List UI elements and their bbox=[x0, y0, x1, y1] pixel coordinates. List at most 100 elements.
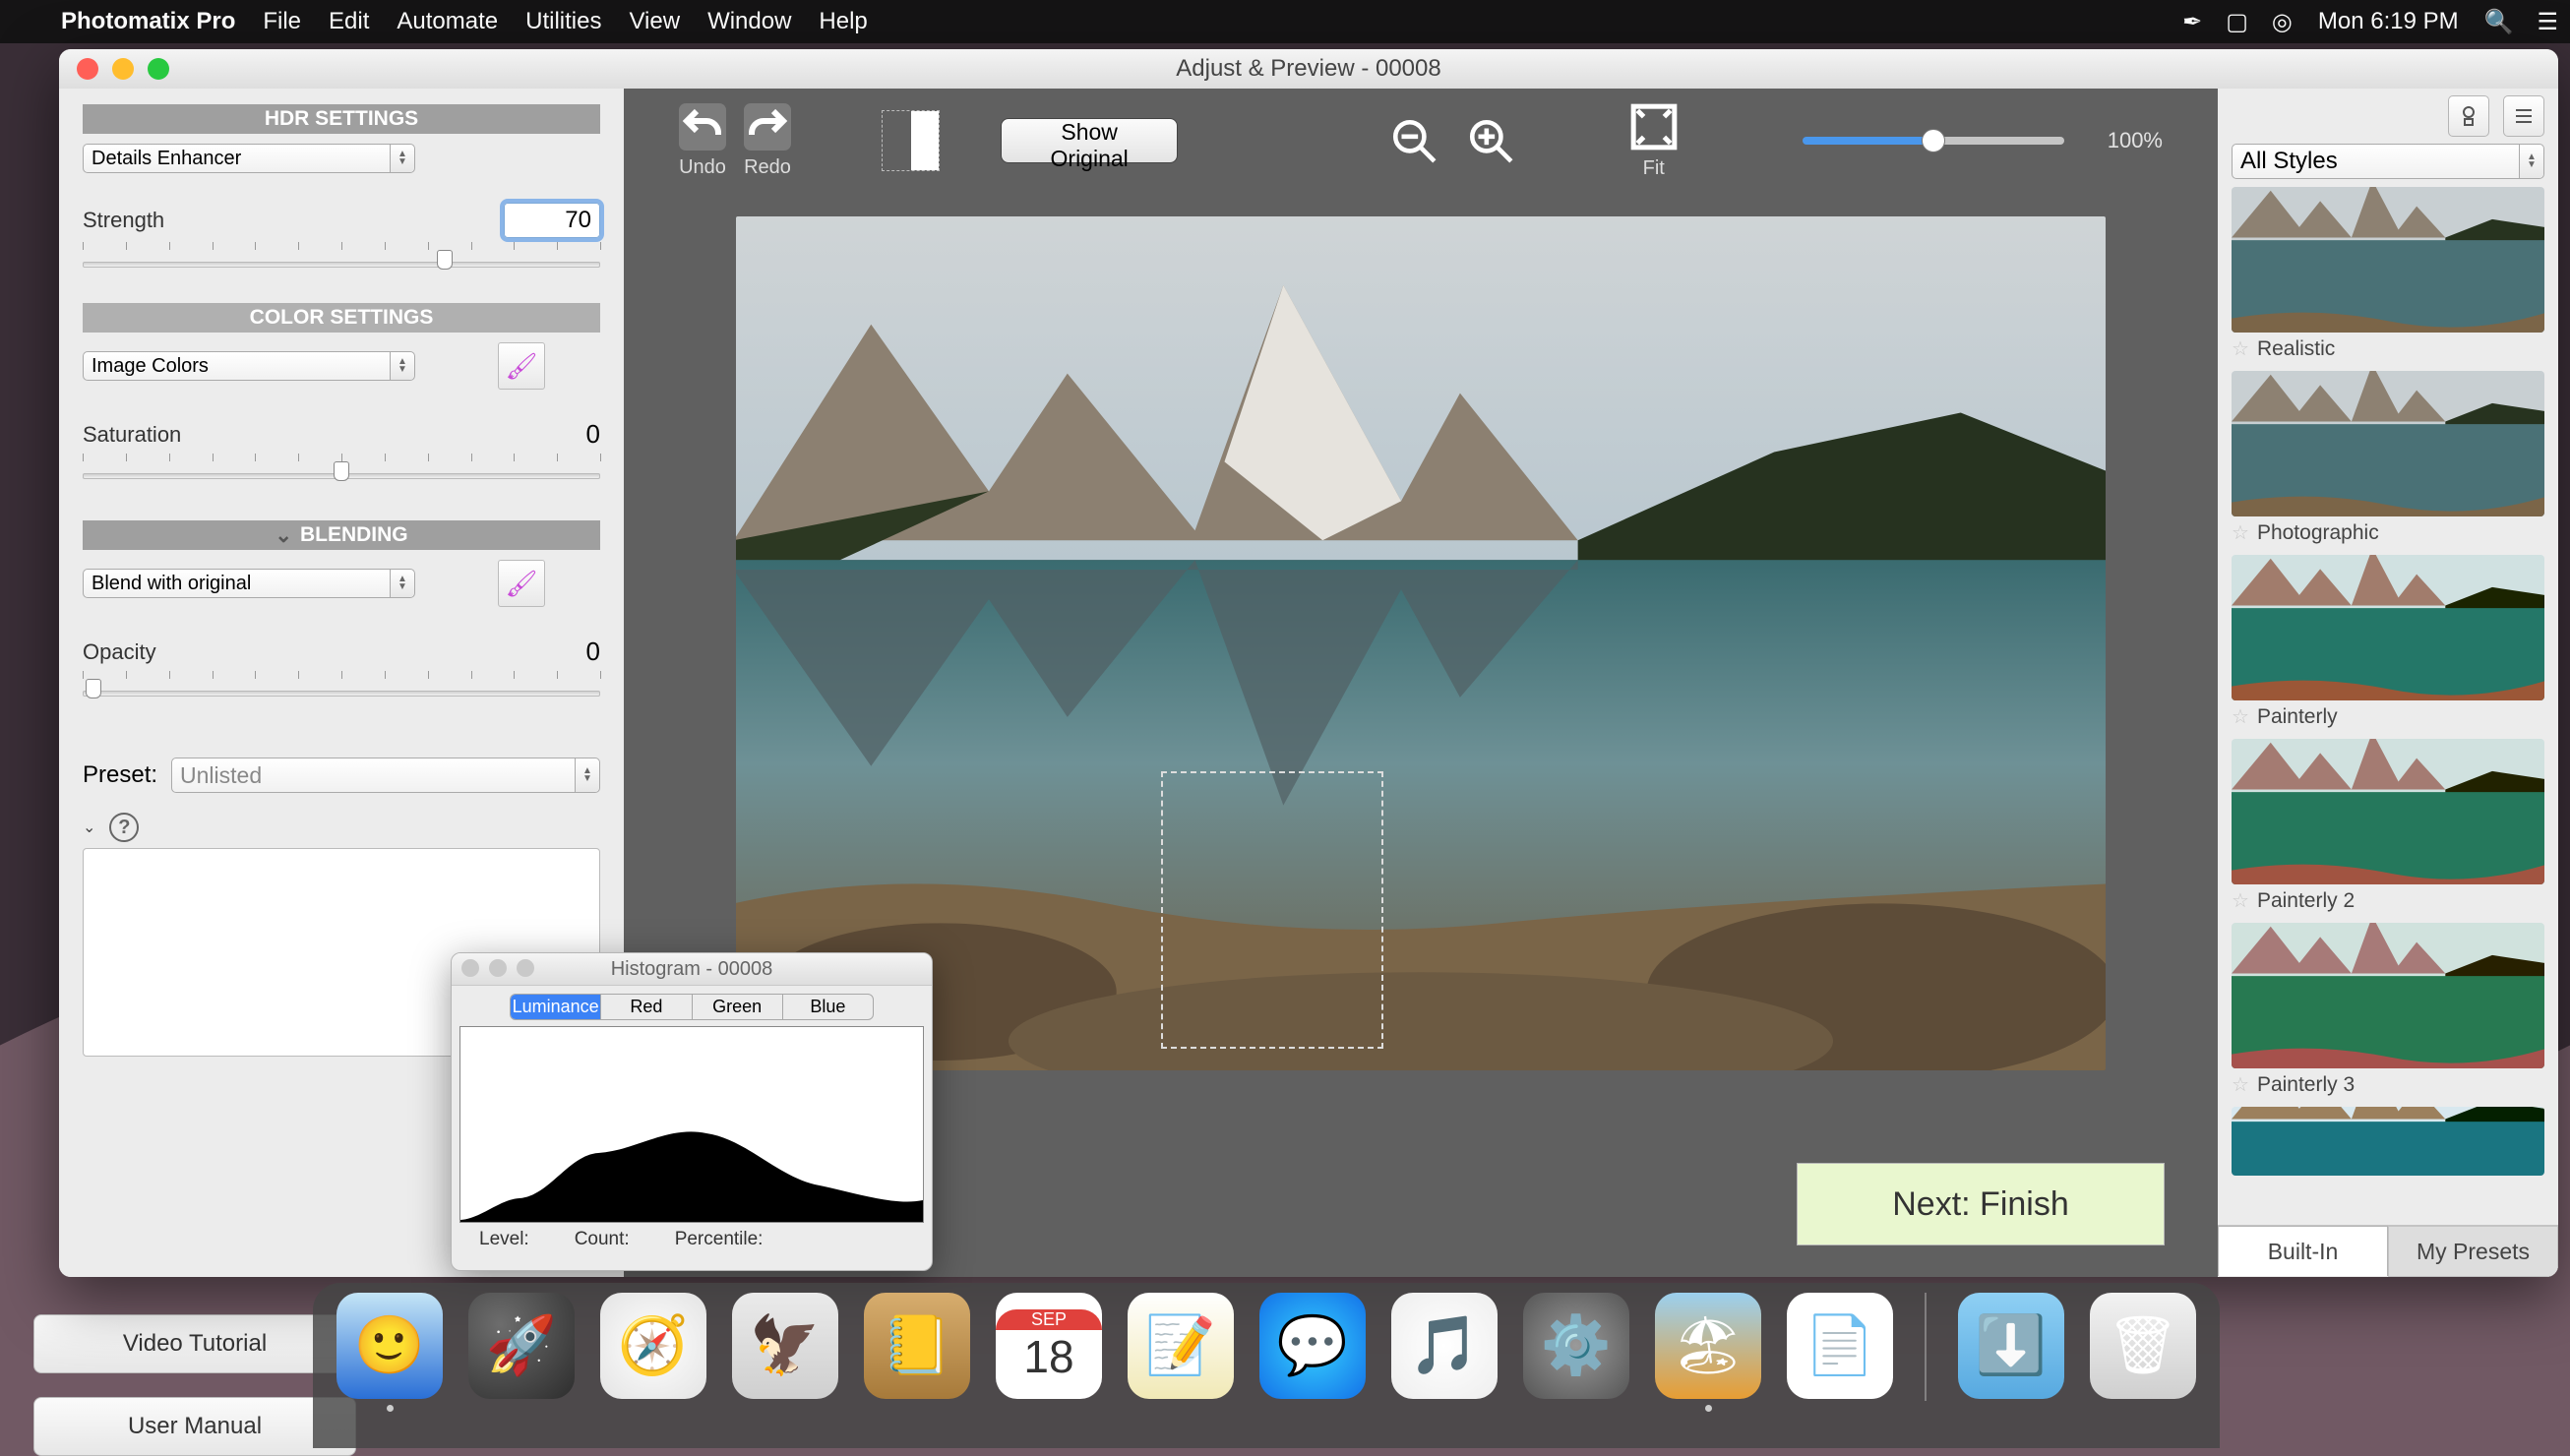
help-button[interactable]: ? bbox=[109, 813, 139, 842]
dock-downloads[interactable]: ⬇️ bbox=[1958, 1293, 2064, 1399]
dock-mail[interactable]: 🦅 bbox=[732, 1293, 838, 1399]
favorite-star-icon[interactable]: ☆ bbox=[2232, 520, 2249, 545]
dock: 🙂 🚀 🧭 🦅 📒 SEP18 📝 💬 🎵 ⚙️ 🏖 📄 ⬇️ 🗑 bbox=[313, 1283, 2220, 1448]
dock-notes[interactable]: 📝 bbox=[1128, 1293, 1234, 1399]
dock-separator bbox=[1925, 1293, 1927, 1401]
histogram-window[interactable]: Histogram - 00008 Luminance Red Green Bl… bbox=[451, 952, 933, 1271]
screenshare-icon[interactable]: ◎ bbox=[2260, 8, 2304, 36]
favorite-star-icon[interactable]: ☆ bbox=[2232, 336, 2249, 361]
hdr-method-select[interactable]: Details Enhancer ▲▼ bbox=[83, 144, 415, 173]
preset-select[interactable]: Unlisted ▲▼ bbox=[171, 758, 600, 793]
dock-contacts[interactable]: 📒 bbox=[864, 1293, 970, 1399]
saturation-slider[interactable] bbox=[83, 454, 600, 485]
saturation-value: 0 bbox=[586, 419, 600, 450]
dock-safari[interactable]: 🧭 bbox=[600, 1293, 706, 1399]
opacity-slider[interactable] bbox=[83, 671, 600, 702]
color-brush-button[interactable]: 🖌 bbox=[498, 342, 545, 390]
user-manual-button[interactable]: User Manual bbox=[33, 1397, 356, 1456]
zoom-out-button[interactable] bbox=[1389, 116, 1438, 165]
preset-item[interactable] bbox=[2232, 1107, 2544, 1176]
close-window-button[interactable] bbox=[77, 58, 98, 80]
title-bar[interactable]: Adjust & Preview - 00008 bbox=[59, 49, 2558, 90]
compare-split-icon[interactable] bbox=[882, 110, 939, 171]
blending-header[interactable]: ⌄ BLENDING bbox=[83, 520, 600, 550]
window-title: Adjust & Preview - 00008 bbox=[59, 55, 2558, 83]
zoom-in-button[interactable] bbox=[1466, 116, 1515, 165]
tab-my-presets[interactable]: My Presets bbox=[2388, 1226, 2558, 1277]
minimize-window-button[interactable] bbox=[112, 58, 134, 80]
stepper-icon: ▲▼ bbox=[390, 145, 414, 172]
next-finish-button[interactable]: Next: Finish bbox=[1797, 1163, 2165, 1245]
dock-trash[interactable]: 🗑 bbox=[2090, 1293, 2196, 1399]
undo-button[interactable] bbox=[679, 103, 726, 151]
strength-input[interactable]: 70 bbox=[504, 203, 600, 238]
dock-launchpad[interactable]: 🚀 bbox=[468, 1293, 575, 1399]
preset-item[interactable]: ☆ Photographic bbox=[2232, 371, 2544, 545]
list-view-button[interactable] bbox=[2503, 95, 2544, 137]
dock-calendar[interactable]: SEP18 bbox=[996, 1293, 1102, 1399]
display-icon[interactable]: ▢ bbox=[2214, 8, 2260, 36]
strength-slider[interactable] bbox=[83, 242, 600, 273]
thumb-view-button[interactable] bbox=[2448, 95, 2489, 137]
dock-photomatix[interactable]: 🏖 bbox=[1655, 1293, 1761, 1399]
dock-finder[interactable]: 🙂 bbox=[337, 1293, 443, 1399]
seg-luminance[interactable]: Luminance bbox=[511, 995, 601, 1019]
menu-help[interactable]: Help bbox=[805, 8, 881, 35]
blend-brush-button[interactable]: 🖌 bbox=[498, 560, 545, 607]
preview-image[interactable] bbox=[736, 216, 2106, 1070]
seg-blue[interactable]: Blue bbox=[783, 995, 873, 1019]
histogram-level: Level: bbox=[479, 1229, 529, 1250]
favorite-star-icon[interactable]: ☆ bbox=[2232, 888, 2249, 913]
strength-label: Strength bbox=[83, 208, 164, 233]
favorite-star-icon[interactable]: ☆ bbox=[2232, 1072, 2249, 1097]
menu-utilities[interactable]: Utilities bbox=[512, 8, 615, 35]
app-menu[interactable]: Photomatix Pro bbox=[47, 8, 249, 35]
histogram-channel-segment[interactable]: Luminance Red Green Blue bbox=[510, 994, 874, 1020]
tab-built-in[interactable]: Built-In bbox=[2218, 1226, 2388, 1276]
preset-item[interactable]: ☆ Painterly bbox=[2232, 555, 2544, 729]
style-filter-select[interactable]: All Styles ▲▼ bbox=[2232, 144, 2544, 179]
status-icon[interactable]: ✒︎ bbox=[2171, 8, 2214, 36]
video-tutorial-button[interactable]: Video Tutorial bbox=[33, 1314, 356, 1373]
histogram-title: Histogram - 00008 bbox=[452, 953, 932, 985]
dock-messages[interactable]: 💬 bbox=[1259, 1293, 1366, 1399]
undo-icon bbox=[679, 103, 726, 151]
menu-window[interactable]: Window bbox=[694, 8, 805, 35]
zoom-window-button[interactable] bbox=[148, 58, 169, 80]
presets-panel: All Styles ▲▼ ☆ Realistic ☆ Photographic… bbox=[2218, 89, 2558, 1277]
menu-automate[interactable]: Automate bbox=[383, 8, 512, 35]
chevron-down-icon[interactable]: ⌄ bbox=[83, 818, 95, 837]
preset-item[interactable]: ☆ Painterly 2 bbox=[2232, 739, 2544, 913]
preset-item[interactable]: ☆ Painterly 3 bbox=[2232, 923, 2544, 1097]
spotlight-icon[interactable]: 🔍 bbox=[2473, 8, 2526, 36]
menu-edit[interactable]: Edit bbox=[315, 8, 383, 35]
control-center-icon[interactable]: ☰ bbox=[2525, 8, 2570, 36]
seg-green[interactable]: Green bbox=[693, 995, 783, 1019]
stepper-icon: ▲▼ bbox=[390, 570, 414, 597]
fit-icon bbox=[1629, 102, 1679, 152]
hdr-settings-header: HDR SETTINGS bbox=[83, 104, 600, 134]
zoom-percent: 100% bbox=[2108, 128, 2163, 153]
saturation-label: Saturation bbox=[83, 422, 181, 448]
favorite-star-icon[interactable]: ☆ bbox=[2232, 704, 2249, 729]
dock-textedit[interactable]: 📄 bbox=[1787, 1293, 1893, 1399]
selection-marquee[interactable] bbox=[1161, 771, 1384, 1049]
stepper-icon: ▲▼ bbox=[575, 758, 599, 792]
menu-view[interactable]: View bbox=[615, 8, 694, 35]
zoom-in-icon bbox=[1466, 116, 1515, 165]
blend-mode-select[interactable]: Blend with original ▲▼ bbox=[83, 569, 415, 598]
zoom-slider[interactable] bbox=[1803, 137, 2064, 145]
brush-icon: 🖌 bbox=[505, 351, 537, 382]
menu-file[interactable]: File bbox=[249, 8, 315, 35]
dock-itunes[interactable]: 🎵 bbox=[1391, 1293, 1498, 1399]
preset-name: Painterly 3 bbox=[2257, 1073, 2355, 1097]
show-original-button[interactable]: Show Original bbox=[1001, 118, 1178, 163]
seg-red[interactable]: Red bbox=[601, 995, 692, 1019]
brush-icon: 🖌 bbox=[505, 569, 537, 599]
redo-button[interactable] bbox=[744, 103, 791, 151]
clock[interactable]: Mon 6:19 PM bbox=[2304, 8, 2473, 35]
fit-button[interactable] bbox=[1629, 102, 1679, 152]
preset-item[interactable]: ☆ Realistic bbox=[2232, 187, 2544, 361]
dock-preferences[interactable]: ⚙️ bbox=[1523, 1293, 1629, 1399]
color-mode-select[interactable]: Image Colors ▲▼ bbox=[83, 351, 415, 381]
